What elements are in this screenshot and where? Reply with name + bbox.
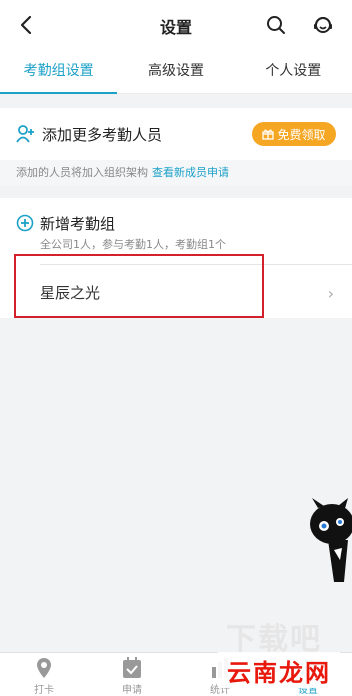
search-icon [267, 16, 285, 34]
gift-icon [262, 129, 275, 140]
add-members-label: 添加更多考勤人员 [42, 125, 163, 144]
add-attendance-group-row[interactable]: 新增考勤组 [16, 212, 115, 234]
add-circle-icon [16, 214, 34, 232]
tab-attendance-group-settings[interactable]: 考勤组设置 [0, 50, 118, 94]
free-claim-button[interactable]: 免费领取 [252, 122, 336, 146]
support-button[interactable] [311, 12, 335, 38]
add-attendance-group-label: 新增考勤组 [40, 214, 116, 233]
calendar-check-icon [123, 657, 141, 678]
group-summary: 全公司1人，参与考勤1人，考勤组1个 [40, 238, 226, 251]
location-pin-icon [37, 658, 51, 678]
settings-tabs: 考勤组设置 高级设置 个人设置 [0, 50, 352, 94]
bottom-tab-clock-in[interactable]: 打卡 [14, 657, 74, 696]
attendance-group-card: 新增考勤组 全公司1人，参与考勤1人，考勤组1个 星辰之光 › [0, 198, 352, 318]
page-title: 设置 [159, 18, 192, 37]
search-button[interactable] [264, 12, 288, 38]
add-person-icon [16, 125, 34, 143]
chevron-right-icon: › [327, 284, 334, 303]
divider [40, 264, 352, 265]
attendance-group-item[interactable]: 星辰之光 › [0, 268, 352, 316]
bottom-tab-apply[interactable]: 申请 [102, 657, 162, 696]
bottom-tab-label: 打卡 [34, 685, 54, 696]
headset-icon [314, 17, 332, 33]
hint-text: 添加的人员将加入组织架构 [16, 166, 148, 179]
tab-advanced-settings[interactable]: 高级设置 [117, 50, 234, 93]
top-bar: 设置 [0, 0, 352, 50]
bottom-tab-label: 申请 [122, 685, 142, 696]
watermark-logo: 云南龙网 [218, 652, 340, 688]
attendance-group-name: 星辰之光 [40, 284, 101, 302]
mascot-icon [310, 498, 352, 582]
free-claim-label: 免费领取 [277, 127, 326, 142]
add-members-hint: 添加的人员将加入组织架构 查看新成员申请 [0, 160, 352, 186]
tab-personal-settings[interactable]: 个人设置 [235, 50, 352, 93]
view-new-member-requests-link[interactable]: 查看新成员申请 [152, 166, 229, 179]
